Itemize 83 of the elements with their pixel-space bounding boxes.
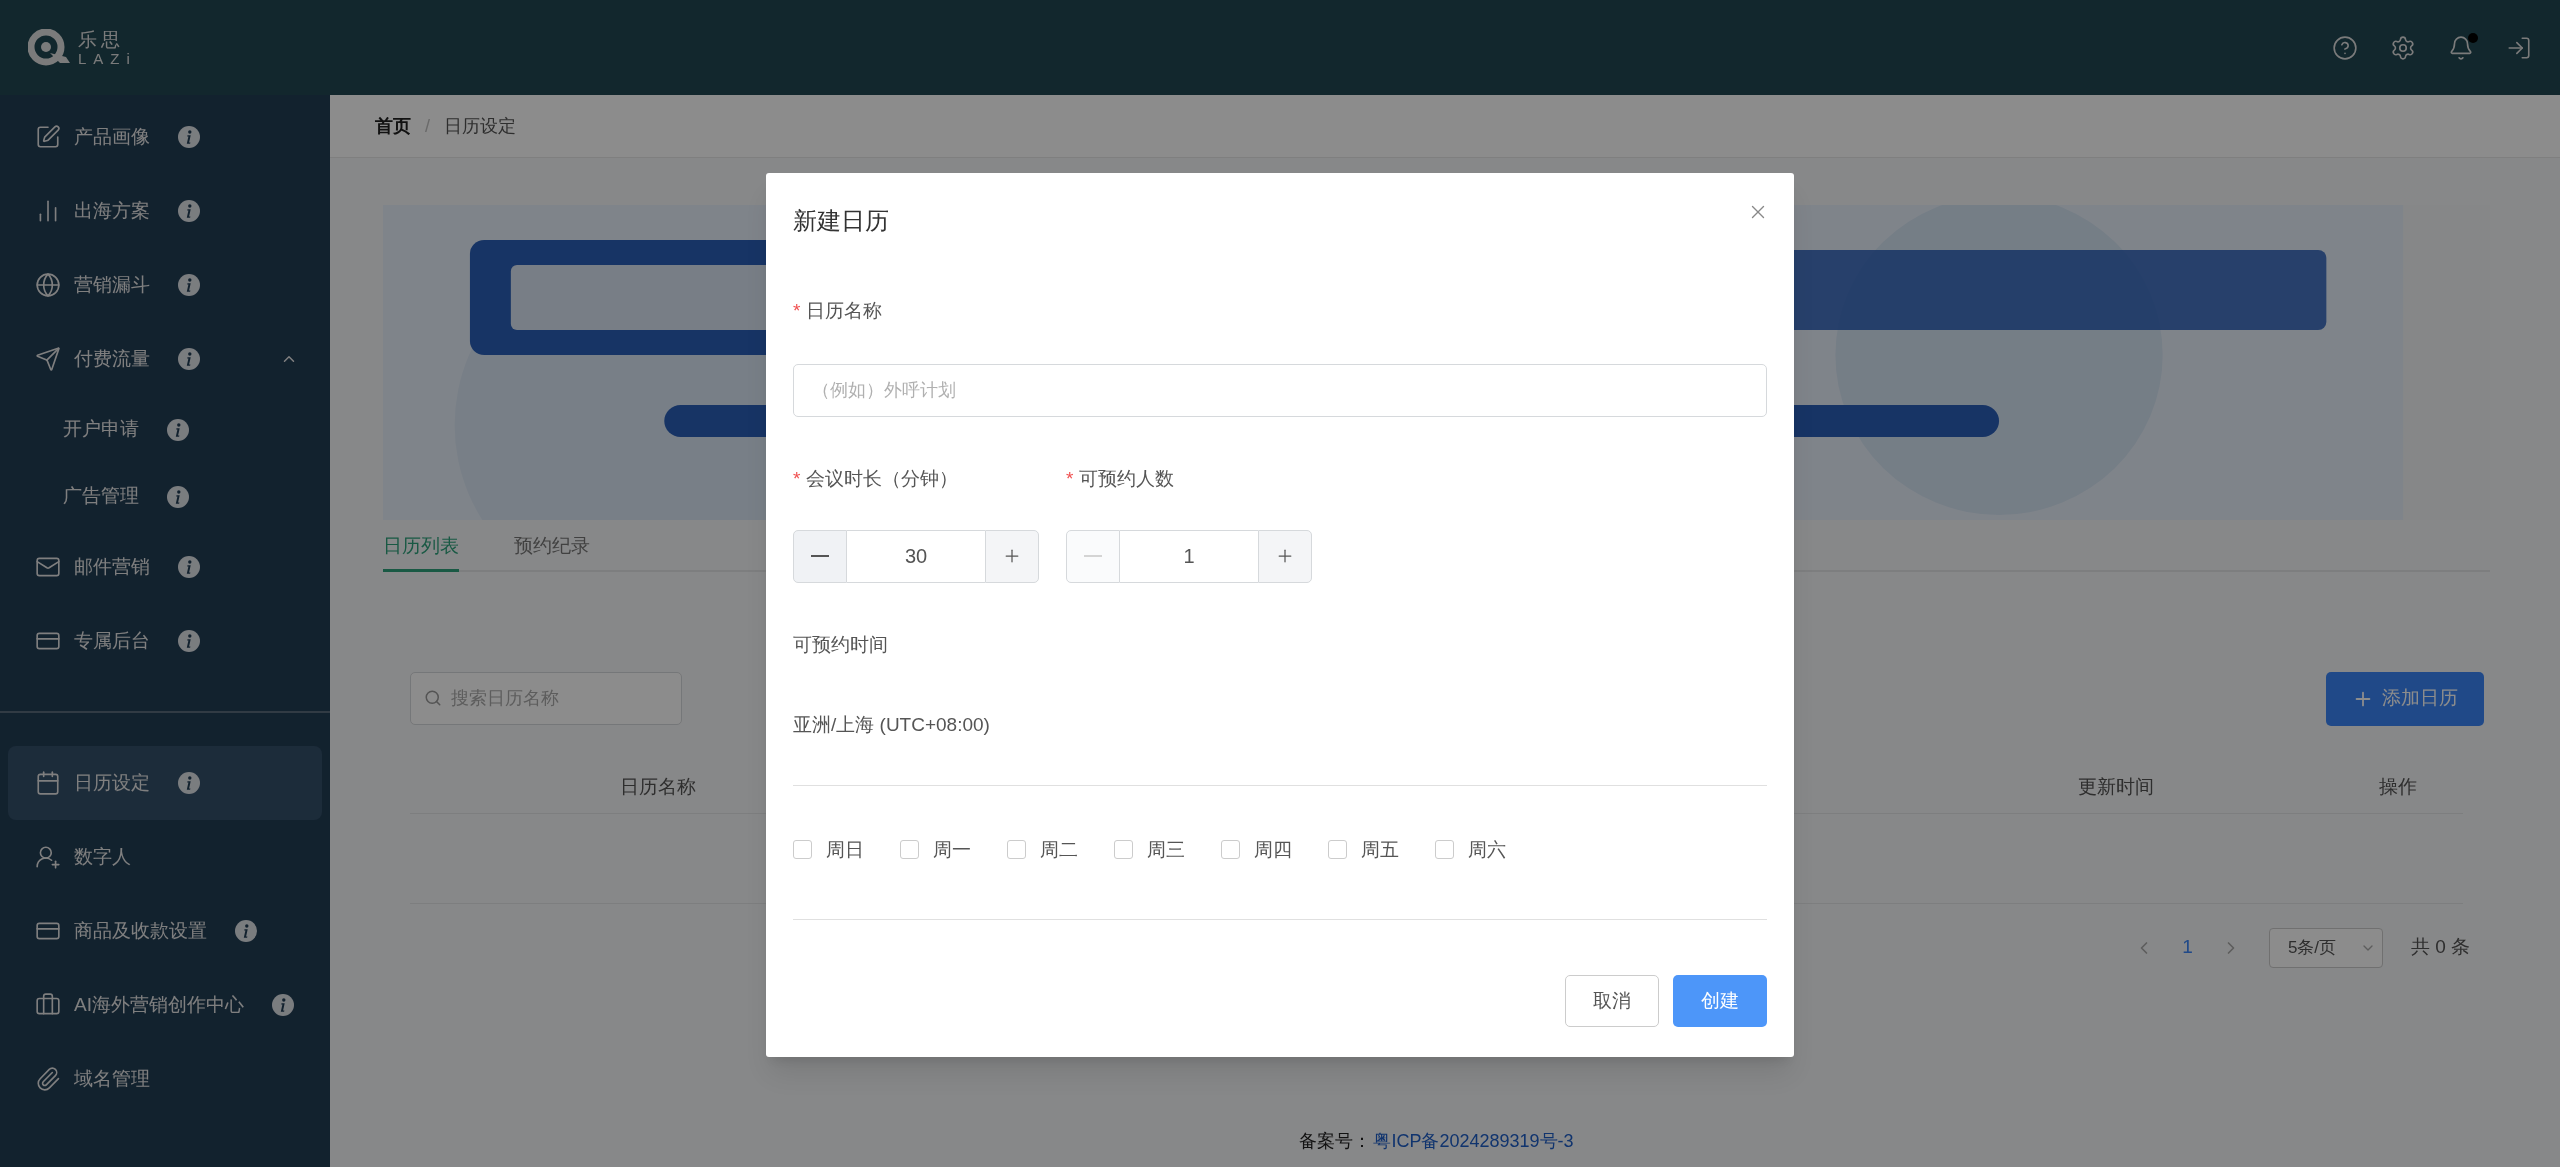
help-icon[interactable] — [2332, 34, 2358, 61]
sidebar-item[interactable]: 邮件营销 — [8, 530, 322, 604]
increment-button[interactable] — [1258, 529, 1312, 583]
minus-icon — [1084, 555, 1102, 557]
sidebar-item[interactable]: 产品画像 — [8, 100, 322, 174]
settings-icon[interactable] — [2390, 34, 2416, 61]
info-icon — [167, 485, 189, 508]
column-header: 日历名称 — [619, 774, 697, 799]
sidebar-item[interactable]: 广告管理 — [8, 463, 322, 530]
checkbox[interactable] — [1007, 840, 1026, 860]
sidebar-item[interactable]: 开户申请 — [8, 396, 322, 463]
checkbox[interactable] — [1221, 840, 1240, 860]
paperclip-icon — [35, 1066, 61, 1092]
total-count: 共 0 条 — [2410, 935, 2470, 960]
globe-icon — [35, 272, 61, 298]
info-icon — [271, 994, 294, 1016]
breadcrumb-item[interactable]: 首页 — [375, 112, 411, 140]
tab[interactable]: 预约纪录 — [514, 532, 590, 572]
dialog-title: 新建日历 — [793, 206, 889, 236]
sidebar-item[interactable]: 营销漏斗 — [8, 248, 322, 322]
tab[interactable]: 日历列表 — [383, 532, 459, 572]
checkbox[interactable] — [1435, 840, 1454, 860]
search-icon — [424, 689, 442, 707]
icp-link[interactable]: 粤ICP备2024289319号-3 — [1373, 1128, 1574, 1155]
minus-icon — [811, 555, 829, 557]
create-button[interactable]: 创建 — [1673, 975, 1767, 1027]
column-header: 操作 — [2378, 774, 2418, 799]
info-icon — [178, 274, 200, 296]
weekday-checkbox[interactable]: 周三 — [1114, 835, 1185, 864]
weekday-checkbox[interactable]: 周二 — [1007, 835, 1078, 864]
sidebar-item[interactable]: 域名管理 — [8, 1042, 322, 1116]
weekday-checkbox[interactable]: 周六 — [1435, 835, 1506, 864]
logo-text: 乐思 — [78, 29, 125, 49]
weekday-checkbox[interactable]: 周日 — [793, 835, 864, 864]
paper-plane-icon — [35, 346, 61, 372]
breadcrumb-item: 日历设定 — [444, 114, 516, 138]
required-asterisk: * — [793, 467, 801, 492]
page-number[interactable]: 1 — [2182, 933, 2193, 962]
info-icon — [178, 126, 200, 148]
checkbox[interactable] — [1114, 840, 1133, 860]
add-calendar-button[interactable]: 添加日历 — [2326, 671, 2484, 726]
logo-icon — [28, 28, 72, 67]
info-icon — [178, 348, 200, 370]
timezone-text: 亚洲/上海 (UTC+08:00) — [793, 713, 991, 737]
user-plus-icon — [35, 844, 61, 870]
info-icon — [178, 772, 200, 794]
info-icon — [178, 200, 200, 222]
info-icon — [167, 418, 189, 441]
info-icon — [235, 920, 257, 942]
sidebar-item[interactable]: 付费流量 — [8, 322, 322, 396]
sidebar-item[interactable]: 专属后台 — [8, 604, 322, 678]
required-asterisk: * — [1066, 467, 1074, 492]
sidebar-item[interactable]: 日历设定 — [8, 746, 322, 820]
checkbox[interactable] — [900, 840, 919, 860]
field-label: 日历名称 — [806, 299, 883, 323]
weekday-checkbox[interactable]: 周四 — [1221, 835, 1292, 864]
cancel-button[interactable]: 取消 — [1565, 975, 1659, 1027]
decrement-button[interactable] — [793, 529, 847, 583]
weekday-checkbox[interactable]: 周五 — [1328, 835, 1399, 864]
weekday-checkbox[interactable]: 周一 — [900, 835, 971, 864]
column-header: 更新时间 — [2077, 774, 2155, 799]
edit-icon — [35, 124, 61, 150]
required-asterisk: * — [793, 299, 801, 323]
checkbox[interactable] — [1328, 840, 1347, 860]
page-size-select[interactable]: 5条/页 — [2268, 927, 2383, 968]
logo-subtext: LAZi — [78, 50, 137, 66]
sidebar-item[interactable]: AI海外营销创作中心 — [8, 968, 322, 1042]
bell-icon[interactable] — [2448, 34, 2474, 61]
field-label: 可预约人数 — [1079, 467, 1175, 492]
increment-button[interactable] — [985, 529, 1039, 583]
checkbox[interactable] — [793, 840, 812, 860]
calendar-icon — [35, 770, 61, 796]
sidebar-item[interactable]: 出海方案 — [8, 174, 322, 248]
calendar-name-field[interactable]: （例如）外呼计划 — [793, 363, 1767, 417]
sidebar-item[interactable]: 商品及收款设置 — [8, 894, 322, 968]
breadcrumb-separator: / — [425, 114, 430, 138]
footer-label: 备案号： — [1299, 1130, 1372, 1153]
logout-icon[interactable] — [2506, 34, 2532, 61]
sidebar-item[interactable]: 数字人 — [8, 820, 322, 894]
section-label: 可预约时间 — [793, 632, 889, 657]
info-icon — [178, 630, 200, 652]
field-label: 会议时长（分钟） — [806, 467, 959, 492]
info-icon — [178, 556, 200, 578]
